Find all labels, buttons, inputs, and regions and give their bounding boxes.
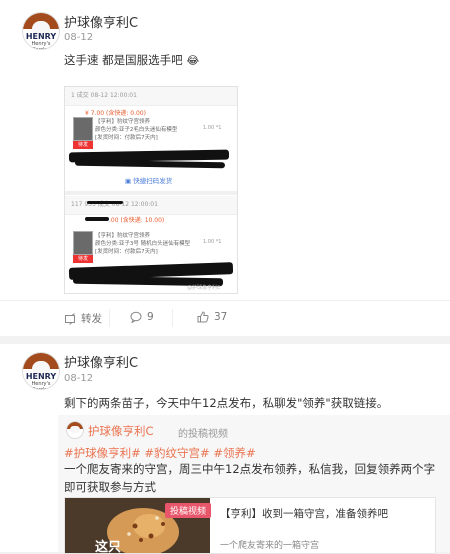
comment-button[interactable]: 9 — [130, 311, 154, 323]
comment-icon — [130, 311, 142, 323]
avatar[interactable]: HENRY Henry's Garden — [22, 12, 60, 50]
like-button[interactable]: 37 — [197, 311, 227, 323]
item-price: 1.00 *1 — [203, 125, 222, 131]
item-variant: 颜色分类:亚子3号 随机白头迷仙有模型 — [95, 241, 191, 247]
repost-body: 一个爬友寄来的守宫，周三中午12点发布领养，私信我，回复领养两个字即可获取参与方… — [64, 462, 436, 494]
repost-icon — [65, 312, 75, 325]
order-header: 1 成交 08-12 12:00:01 — [65, 87, 237, 106]
avatar-logo-text: HENRY — [25, 372, 57, 381]
repost-label: 转发 — [81, 313, 102, 325]
item-title: 【亨利】豹纹守宫领养 — [95, 119, 151, 125]
divider — [172, 309, 173, 327]
order-amount: ¥ 7.00 (含快递: 0.00) — [85, 110, 146, 117]
repost-button[interactable]: 转发 — [64, 311, 102, 326]
order-amount: .00 (含快递: 10.00) — [109, 217, 165, 224]
repost-author-avatar[interactable] — [66, 421, 84, 439]
redaction-scribble — [85, 217, 109, 221]
avatar-logo-subtext: Henry's Garden — [31, 41, 51, 50]
item-variant: 颜色分类:亚子2毛白头迷仙有模型 — [95, 127, 178, 133]
avatar-logo-subtext: Henry's Garden — [31, 381, 51, 390]
laughing-emoji-icon: 😂 — [186, 54, 200, 67]
avatar-logo-text: HENRY — [25, 32, 57, 41]
post-card-1: HENRY Henry's Garden 护球像亨利C 08-12 这手速 都是… — [0, 0, 450, 336]
video-link-card[interactable]: 这只 投稿视频 【亨利】收到一箱守宫，准备领养吧 一个爬友寄来的一箱守宫 — [64, 497, 436, 554]
thumbs-up-icon — [197, 311, 209, 323]
video-overlay-text: 这只 — [95, 540, 122, 553]
item-price: 1.00 *1 — [203, 239, 222, 245]
video-badge: 投稿视频 — [165, 503, 212, 518]
order-header: 117 933 成交 08-12 12:00:01 — [65, 196, 237, 215]
post-date[interactable]: 08-12 — [64, 32, 93, 43]
video-card-title: 【亨利】收到一箱守宫，准备领养吧 — [220, 508, 388, 520]
redaction-scribble — [74, 159, 226, 169]
watermark: @护球像亨利C — [187, 285, 221, 291]
avatar[interactable]: HENRY Henry's Garden — [22, 352, 60, 390]
status-badge: 待发 — [73, 255, 93, 263]
video-card-subtitle: 一个爬友寄来的一箱守宫 — [220, 541, 320, 551]
post-date[interactable]: 08-12 — [64, 373, 93, 384]
post-text-content: 这手速 都是国服选手吧 — [64, 53, 183, 67]
redaction-scribble — [87, 201, 123, 204]
item-thumbnail — [73, 231, 93, 255]
repost-author-suffix: 的投稿视频 — [178, 429, 228, 440]
username[interactable]: 护球像亨利C — [64, 12, 138, 31]
item-title: 【亨利】豹纹守宫领养 — [95, 233, 151, 239]
username[interactable]: 护球像亨利C — [64, 352, 138, 371]
post-text: 剩下的两条苗子，今天中午12点发布，私聊发"领养"获取链接。 — [64, 396, 389, 410]
like-count: 37 — [214, 311, 228, 323]
post-text: 这手速 都是国服选手吧 😂 — [64, 52, 199, 68]
order-screenshot[interactable]: 1 成交 08-12 12:00:01 ¥ 7.00 (含快递: 0.00) 【… — [64, 86, 238, 294]
hashtags[interactable]: #护球像亨利# #豹纹守宫# #领养# — [64, 445, 256, 461]
comment-count: 9 — [147, 311, 154, 323]
item-ship-time: [发货时间：付款后7天内] — [95, 135, 158, 141]
divider — [109, 309, 110, 327]
repost-author-name[interactable]: 护球像亨利C — [88, 423, 154, 439]
quick-ship-link: ▣ 快捷扫码发货 — [125, 177, 173, 185]
item-ship-time: [发货时间：付款后7天内] — [95, 249, 158, 255]
item-thumbnail — [73, 117, 93, 141]
screenshot-divider — [65, 191, 237, 195]
scan-icon: ▣ — [125, 177, 132, 185]
action-bar: 转发 9 37 — [0, 300, 450, 335]
status-badge: 待发 — [73, 141, 93, 149]
